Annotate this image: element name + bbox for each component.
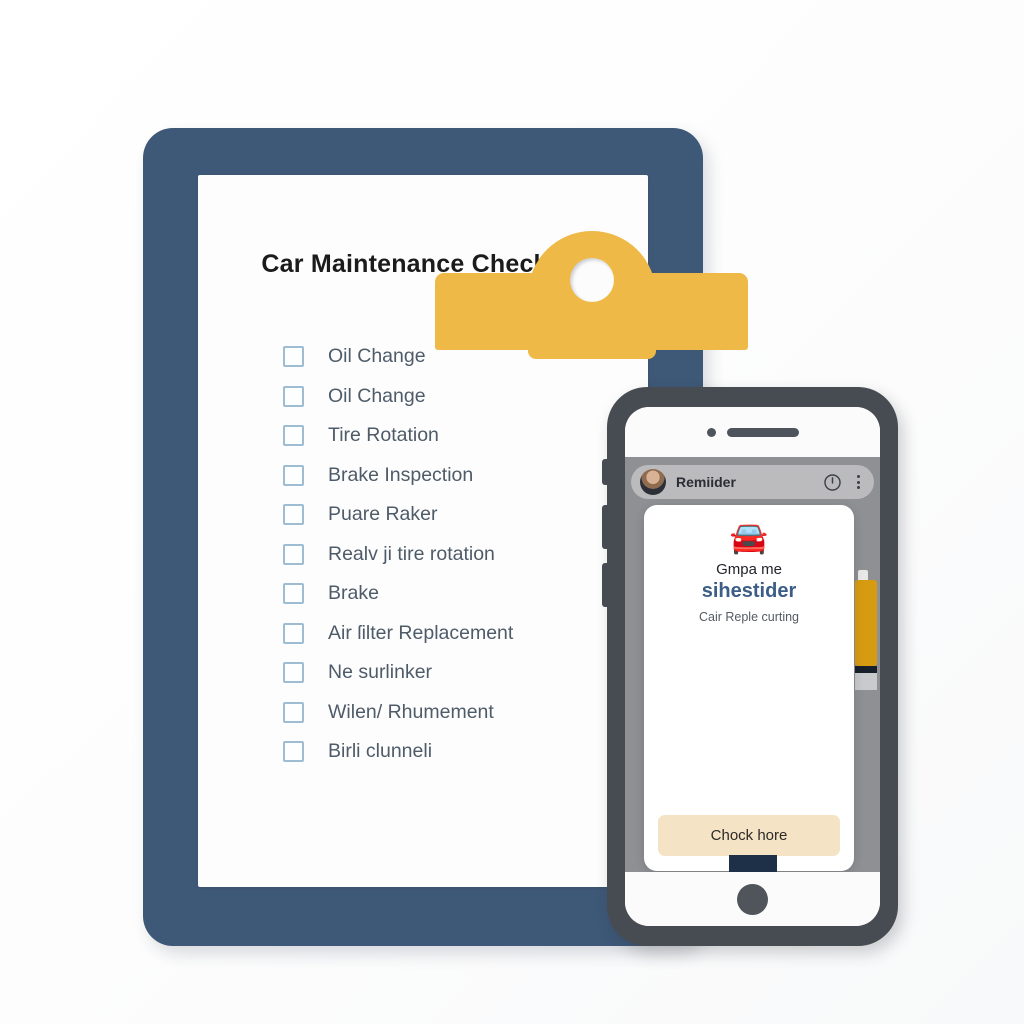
app-viewport: Remiider 🚘 Gmpa me sihestider Cair Reple… [625,457,880,872]
checkbox-icon[interactable] [283,346,304,368]
list-item-label: Ne surlinker [328,661,433,684]
list-item-label: Brake Inspection [328,463,474,486]
phone-top-bezel [625,407,880,457]
checkbox-icon[interactable] [283,622,304,644]
checkbox-icon[interactable] [283,504,304,526]
checkbox-icon[interactable] [283,385,304,407]
phone-volume-down-button[interactable] [602,563,608,607]
list-item-label: Brake [328,582,379,605]
app-header-title: Remiider [676,474,736,490]
bottle-body [855,580,877,666]
list-item[interactable]: Brake [283,574,634,614]
bottle-shadow [855,673,877,690]
notification-card: 🚘 Gmpa me sihestider Cair Reple curting … [644,505,854,871]
bottle-base [855,666,877,673]
list-item[interactable]: Puare Raker [283,495,634,535]
list-item[interactable]: Oil Change [283,377,634,417]
list-item[interactable]: Birli clunneli [283,732,634,772]
list-item-label: Puare Raker [328,503,438,526]
home-button-icon[interactable] [737,883,768,915]
front-camera-icon [706,427,716,437]
checkbox-icon[interactable] [283,464,304,486]
list-item[interactable]: Air ſilter Replacement [283,614,634,654]
avatar[interactable] [640,469,666,495]
yellow-car-emoji-icon: 🚘 [729,520,769,555]
oil-bottle-graphic [855,570,877,690]
card-line-1: Gmpa me [716,561,782,578]
smartphone: Remiider 🚘 Gmpa me sihestider Cair Reple… [602,387,898,946]
scene-background: Car Maintenance Checklist Oil Change Oil… [0,0,1024,1024]
phone-screen: Remiider 🚘 Gmpa me sihestider Cair Reple… [625,407,880,926]
list-item[interactable]: Wilen/ Rhumement [283,693,634,733]
phone-bottom-bezel [625,872,880,926]
checkbox-icon[interactable] [283,425,304,447]
list-item-label: Birli clunneli [328,740,433,763]
checklist: Oil Change Oil Change Tire Rotation Brak… [283,337,634,772]
nav-indicator [728,855,777,872]
list-item[interactable]: Brake Inspection [283,456,634,496]
list-item[interactable]: Tire Rotation [283,416,634,456]
clip-hole [569,258,614,302]
list-item-label: Oil Change [328,345,426,368]
list-item[interactable]: Realv ji tire rotation [283,535,634,575]
list-item-label: Wilen/ Rhumement [328,700,494,723]
app-header: Remiider [631,465,874,499]
check-here-button[interactable]: Chock hore [658,815,840,856]
earpiece-speaker-icon [726,427,799,437]
list-item-label: Tire Rotation [328,424,439,447]
checkbox-icon[interactable] [283,741,304,763]
list-item-label: Air ſilter Replacement [328,621,514,644]
checkbox-icon[interactable] [283,543,304,565]
list-item[interactable]: Ne surlinker [283,653,634,693]
checkbox-icon[interactable] [283,701,304,723]
checkbox-icon[interactable] [283,662,304,684]
card-line-2: sihestider [701,580,797,602]
more-vertical-icon[interactable] [851,473,865,492]
phone-volume-up-button[interactable] [602,505,608,549]
card-line-3: Cair Reple curting [698,610,800,624]
list-item-label: Oil Change [328,384,426,407]
list-item-label: Realv ji tire rotation [328,542,495,565]
phone-mute-button[interactable] [602,459,608,485]
clipboard-clip-icon [435,231,748,359]
checkbox-icon[interactable] [283,583,304,605]
power-icon[interactable] [823,473,842,492]
